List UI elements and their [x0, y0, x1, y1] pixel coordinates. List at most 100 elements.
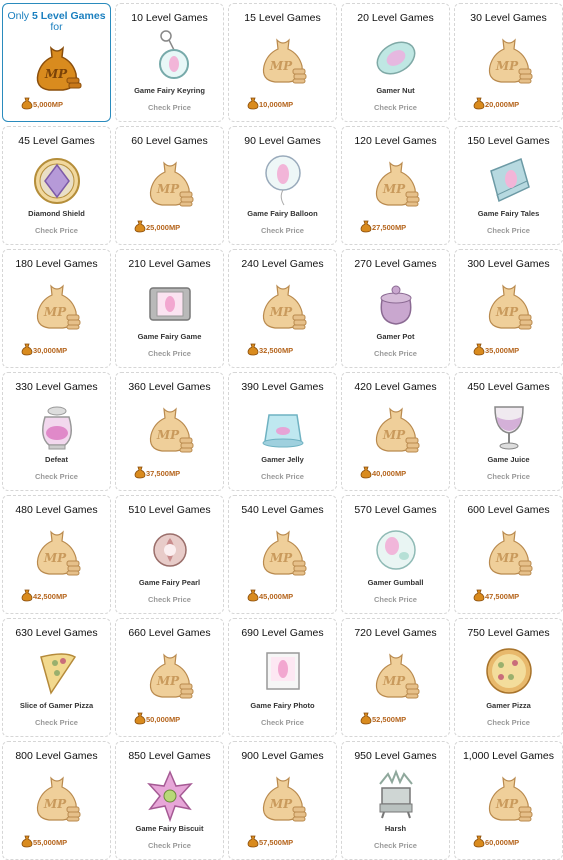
- mp-bag-graphic: MP: [36, 45, 81, 91]
- mp-bag-icon: MP: [481, 32, 537, 88]
- mini-bag-icon: [21, 97, 33, 110]
- reward-card: 390 Level Games Gamer Jelly Check Price: [228, 372, 337, 491]
- check-price-link[interactable]: Check Price: [229, 718, 336, 727]
- check-price-link[interactable]: Check Price: [116, 595, 223, 604]
- mp-reward: 20,000MP: [473, 97, 520, 110]
- svg-text:MP: MP: [381, 428, 405, 442]
- mini-bag-icon: [473, 343, 485, 356]
- reward-card: 630 Level Games Slice of Gamer Pizza Check…: [2, 618, 111, 737]
- level-requirement: 20 Level Games: [357, 12, 434, 24]
- prize-name: Game Fairy Photo: [250, 701, 315, 710]
- level-requirement: 10 Level Games: [131, 12, 208, 24]
- level-requirement: 630 Level Games: [15, 627, 98, 639]
- level-requirement: 480 Level Games: [15, 504, 98, 516]
- featured-price: 5,000MP: [21, 97, 64, 110]
- reward-card: 690 Level Games Game Fairy Photo Check Pri…: [228, 618, 337, 737]
- reward-card: 240 Level Games MP 32,500MP: [228, 249, 337, 368]
- mp-bag-icon: MP: [29, 40, 85, 96]
- reward-card: 950 Level Games Harsh Check Price: [341, 741, 450, 860]
- check-price-link[interactable]: Check Price: [229, 472, 336, 481]
- check-price-link[interactable]: Check Price: [455, 226, 562, 235]
- level-requirement: 270 Level Games: [354, 258, 437, 270]
- svg-text:MP: MP: [494, 305, 518, 319]
- featured-prefix: Only: [7, 10, 30, 22]
- prize-name: Game Fairy Pearl: [138, 578, 201, 587]
- mp-bag-icon: MP: [255, 278, 311, 334]
- mp-bag-icon: MP: [481, 770, 537, 826]
- mini-bag-icon: [360, 220, 372, 233]
- pot-icon: [368, 274, 424, 330]
- prize-name: Game Juice: [487, 455, 530, 464]
- mini-bag-icon: [247, 589, 259, 602]
- level-requirement: 510 Level Games: [128, 504, 211, 516]
- svg-text:MP: MP: [494, 797, 518, 811]
- mp-bag-icon: MP: [29, 278, 85, 334]
- check-price-link[interactable]: Check Price: [116, 349, 223, 358]
- mp-bag-icon: MP: [255, 32, 311, 88]
- mp-reward: 42,500MP: [21, 589, 67, 602]
- svg-text:MP: MP: [381, 182, 405, 196]
- level-requirement: 390 Level Games: [241, 381, 324, 393]
- reward-card: 15 Level Games MP 10,000MP: [228, 3, 337, 122]
- featured-reward-card: Only 5 Level Games for MP 5,000MP: [2, 3, 111, 122]
- featured-price-text: 5,000MP: [33, 100, 64, 109]
- prize-name: Gamer Pot: [376, 332, 415, 341]
- mp-amount: 45,000MP: [259, 592, 294, 601]
- mp-amount: 52,500MP: [372, 715, 407, 724]
- keyring-icon: [142, 28, 198, 84]
- reward-card: 20 Level Games Gamer Nut Check Price: [341, 3, 450, 122]
- mp-bag-icon: MP: [481, 278, 537, 334]
- mp-reward: 10,000MP: [247, 97, 293, 110]
- svg-text:MP: MP: [42, 551, 66, 565]
- cartridge-icon: [142, 274, 198, 330]
- mp-reward: 57,500MP: [247, 835, 293, 848]
- svg-text:MP: MP: [494, 551, 518, 565]
- check-price-link[interactable]: Check Price: [3, 226, 110, 235]
- level-requirement: 800 Level Games: [15, 750, 98, 762]
- check-price-link[interactable]: Check Price: [342, 103, 449, 112]
- check-price-link[interactable]: Check Price: [229, 226, 336, 235]
- check-price-link[interactable]: Check Price: [455, 718, 562, 727]
- level-requirement: 540 Level Games: [241, 504, 324, 516]
- check-price-link[interactable]: Check Price: [342, 841, 449, 850]
- mp-reward: 30,000MP: [21, 343, 67, 356]
- check-price-link[interactable]: Check Price: [3, 472, 110, 481]
- check-price-link[interactable]: Check Price: [342, 349, 449, 358]
- mp-reward: 27,500MP: [360, 220, 407, 233]
- mp-reward: 45,000MP: [247, 589, 294, 602]
- check-price-link[interactable]: Check Price: [342, 595, 449, 604]
- prize-name: Harsh: [384, 824, 407, 833]
- mp-bag-icon: MP: [142, 647, 198, 703]
- level-requirement: 450 Level Games: [467, 381, 550, 393]
- check-price-link[interactable]: Check Price: [3, 718, 110, 727]
- level-requirement: 300 Level Games: [467, 258, 550, 270]
- reward-card: 150 Level Games Game Fairy Tales Check Pri…: [454, 126, 563, 245]
- mini-bag-icon: [473, 589, 485, 602]
- level-requirement: 210 Level Games: [128, 258, 211, 270]
- reward-card: 90 Level Games Game Fairy Balloon Check Pr…: [228, 126, 337, 245]
- level-requirement: 30 Level Games: [470, 12, 547, 24]
- level-requirement: 1,000 Level Games: [462, 750, 555, 762]
- prize-name: Diamond Shield: [28, 209, 85, 218]
- svg-text:MP: MP: [155, 428, 179, 442]
- svg-text:MP: MP: [381, 674, 405, 688]
- mp-reward: 35,000MP: [473, 343, 519, 356]
- featured-suffix: for: [50, 21, 63, 33]
- reward-card: 60 Level Games MP 25,000MP: [115, 126, 224, 245]
- check-price-link[interactable]: Check Price: [116, 841, 223, 850]
- check-price-link[interactable]: Check Price: [116, 103, 223, 112]
- nut-icon: [368, 28, 424, 84]
- mp-bag-icon: MP: [368, 401, 424, 457]
- level-requirement: 750 Level Games: [467, 627, 550, 639]
- mp-amount: 20,000MP: [485, 100, 520, 109]
- mp-amount: 27,500MP: [372, 223, 407, 232]
- mp-bag-icon: MP: [29, 524, 85, 580]
- prize-name: Game Fairy Balloon: [247, 209, 318, 218]
- svg-text:MP: MP: [268, 797, 292, 811]
- mini-bag-icon: [360, 466, 372, 479]
- mp-reward: 47,500MP: [473, 589, 519, 602]
- reward-card: 300 Level Games MP 35,000MP: [454, 249, 563, 368]
- pizza-slice-icon: [29, 643, 85, 699]
- check-price-link[interactable]: Check Price: [455, 472, 562, 481]
- mp-amount: 25,000MP: [146, 223, 181, 232]
